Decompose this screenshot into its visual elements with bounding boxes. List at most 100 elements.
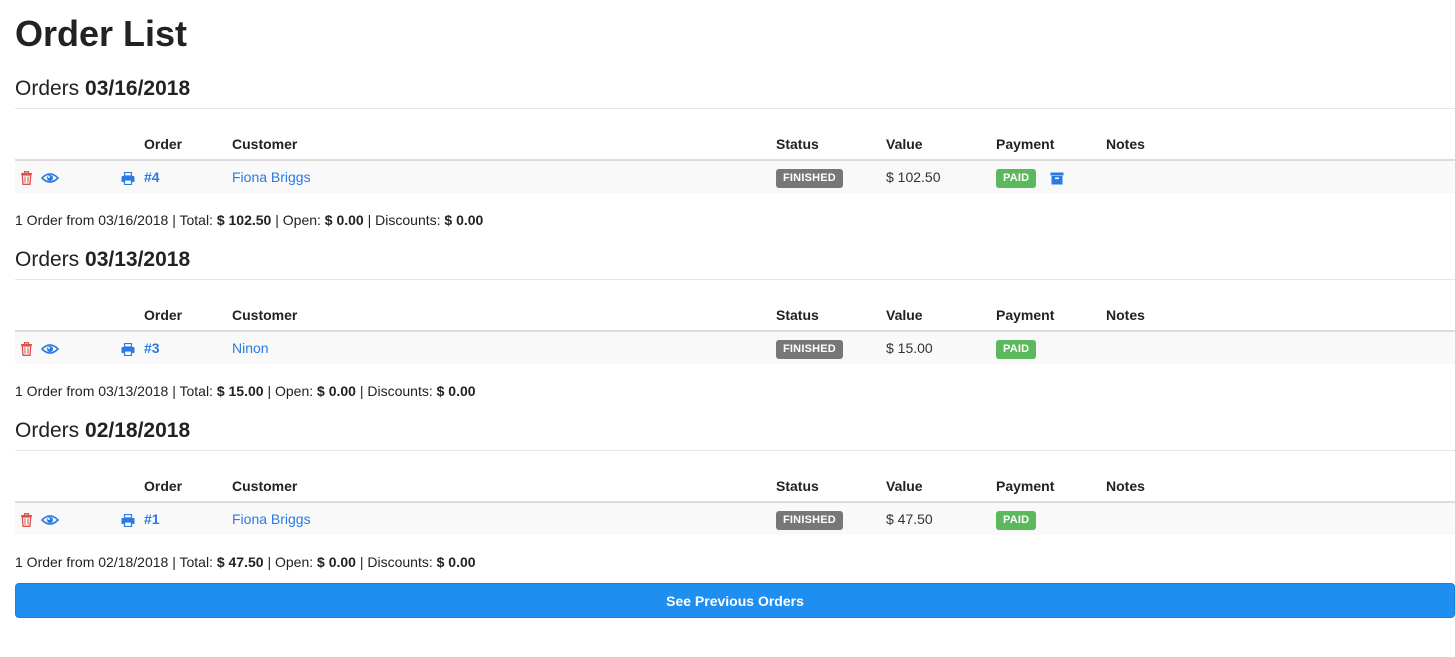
summary-open-label: Open: <box>274 554 314 570</box>
order-value: $ 15.00 <box>886 340 933 356</box>
header-notes: Notes <box>1106 129 1455 161</box>
table-row: #3 Ninon FINISHED $ 15.00 PAID <box>15 331 1455 364</box>
order-group: Orders 03/13/2018 Order Customer Status … <box>15 235 1455 406</box>
summary-discounts-label: Discounts: <box>367 383 433 399</box>
summary-discounts: $ 0.00 <box>436 554 476 570</box>
row-order-cell: #1 <box>144 502 232 535</box>
row-order-cell: #4 <box>144 160 232 193</box>
summary-open-label: Open: <box>274 383 314 399</box>
order-number-link[interactable]: #3 <box>144 340 160 356</box>
header-actions <box>15 300 144 332</box>
header-order: Order <box>144 300 232 332</box>
header-status: Status <box>776 129 886 161</box>
status-badge: FINISHED <box>776 168 843 188</box>
summary-discounts-label: Discounts: <box>375 212 441 228</box>
eye-icon[interactable] <box>41 172 59 184</box>
customer-link[interactable]: Ninon <box>232 340 269 356</box>
summary-total: $ 102.50 <box>216 212 272 228</box>
trash-icon[interactable] <box>20 171 33 186</box>
table-body: #3 Ninon FINISHED $ 15.00 PAID <box>15 331 1455 364</box>
payment-badge: PAID <box>996 339 1037 359</box>
payment-badge: PAID <box>996 510 1037 530</box>
row-status-cell: FINISHED <box>776 331 886 364</box>
trash-icon[interactable] <box>20 513 33 528</box>
row-status-cell: FINISHED <box>776 160 886 193</box>
header-value: Value <box>886 471 996 503</box>
orders-table: Order Customer Status Value Payment Note… <box>15 471 1455 535</box>
header-order: Order <box>144 129 232 161</box>
row-value-cell: $ 102.50 <box>886 160 996 193</box>
header-actions <box>15 471 144 503</box>
printer-icon[interactable] <box>121 171 135 185</box>
summary-open: $ 0.00 <box>317 383 356 399</box>
printer-icon[interactable] <box>121 342 135 356</box>
order-value: $ 47.50 <box>886 511 933 527</box>
table-row: #4 Fiona Briggs FINISHED $ 102.50 PAID <box>15 160 1455 193</box>
trash-icon[interactable] <box>20 342 33 357</box>
eye-icon[interactable] <box>41 514 59 526</box>
header-order: Order <box>144 471 232 503</box>
row-value-cell: $ 47.50 <box>886 502 996 535</box>
header-payment: Payment <box>996 471 1106 503</box>
header-value: Value <box>886 129 996 161</box>
table-header-row: Order Customer Status Value Payment Note… <box>15 300 1455 332</box>
header-value: Value <box>886 300 996 332</box>
header-customer: Customer <box>232 471 776 503</box>
order-list-page: Order List Orders 03/16/2018 Order Custo… <box>15 0 1455 618</box>
group-heading-prefix: Orders <box>15 419 80 442</box>
row-status-cell: FINISHED <box>776 502 886 535</box>
summary-count: 1 Order from 03/13/2018 <box>15 383 169 399</box>
group-summary: 1 Order from 03/16/2018 | Total: $ 102.5… <box>15 212 484 228</box>
group-heading: Orders 03/16/2018 <box>15 64 1455 109</box>
summary-total: $ 47.50 <box>216 554 264 570</box>
header-customer: Customer <box>232 300 776 332</box>
header-notes: Notes <box>1106 300 1455 332</box>
group-summary: 1 Order from 02/18/2018 | Total: $ 47.50… <box>15 554 476 570</box>
header-notes: Notes <box>1106 471 1455 503</box>
row-notes-cell <box>1106 502 1455 535</box>
summary-discounts-label: Discounts: <box>367 554 433 570</box>
row-notes-cell <box>1106 160 1455 193</box>
group-date: 03/16/2018 <box>85 77 191 100</box>
archive-icon[interactable] <box>1050 172 1064 185</box>
group-date: 02/18/2018 <box>85 419 191 442</box>
payment-badge: PAID <box>996 168 1037 188</box>
order-number-link[interactable]: #1 <box>144 511 160 527</box>
summary-total-label: Total: <box>179 554 213 570</box>
row-actions <box>15 331 144 364</box>
table-body: #4 Fiona Briggs FINISHED $ 102.50 PAID <box>15 160 1455 193</box>
header-actions <box>15 129 144 161</box>
group-date: 03/13/2018 <box>85 248 191 271</box>
printer-icon[interactable] <box>121 513 135 527</box>
row-notes-cell <box>1106 331 1455 364</box>
customer-link[interactable]: Fiona Briggs <box>232 511 311 527</box>
eye-icon[interactable] <box>41 343 59 355</box>
status-badge: FINISHED <box>776 510 843 530</box>
header-status: Status <box>776 471 886 503</box>
group-heading-prefix: Orders <box>15 77 80 100</box>
summary-count: 1 Order from 03/16/2018 <box>15 212 169 228</box>
row-customer-cell: Ninon <box>232 331 776 364</box>
orders-table: Order Customer Status Value Payment Note… <box>15 300 1455 364</box>
order-group: Orders 03/16/2018 Order Customer Status … <box>15 64 1455 235</box>
see-previous-orders-button[interactable]: See Previous Orders <box>15 583 1455 618</box>
group-heading-prefix: Orders <box>15 248 80 271</box>
customer-link[interactable]: Fiona Briggs <box>232 169 311 185</box>
row-payment-cell: PAID <box>996 502 1106 535</box>
header-customer: Customer <box>232 129 776 161</box>
summary-discounts: $ 0.00 <box>436 383 476 399</box>
summary-count: 1 Order from 02/18/2018 <box>15 554 169 570</box>
row-order-cell: #3 <box>144 331 232 364</box>
group-summary: 1 Order from 03/13/2018 | Total: $ 15.00… <box>15 383 476 399</box>
order-number-link[interactable]: #4 <box>144 169 160 185</box>
row-customer-cell: Fiona Briggs <box>232 160 776 193</box>
table-body: #1 Fiona Briggs FINISHED $ 47.50 PAID <box>15 502 1455 535</box>
group-heading: Orders 02/18/2018 <box>15 406 1455 451</box>
status-badge: FINISHED <box>776 339 843 359</box>
header-status: Status <box>776 300 886 332</box>
row-payment-cell: PAID <box>996 160 1106 193</box>
row-actions <box>15 160 144 193</box>
summary-discounts: $ 0.00 <box>444 212 484 228</box>
row-value-cell: $ 15.00 <box>886 331 996 364</box>
summary-open: $ 0.00 <box>324 212 364 228</box>
